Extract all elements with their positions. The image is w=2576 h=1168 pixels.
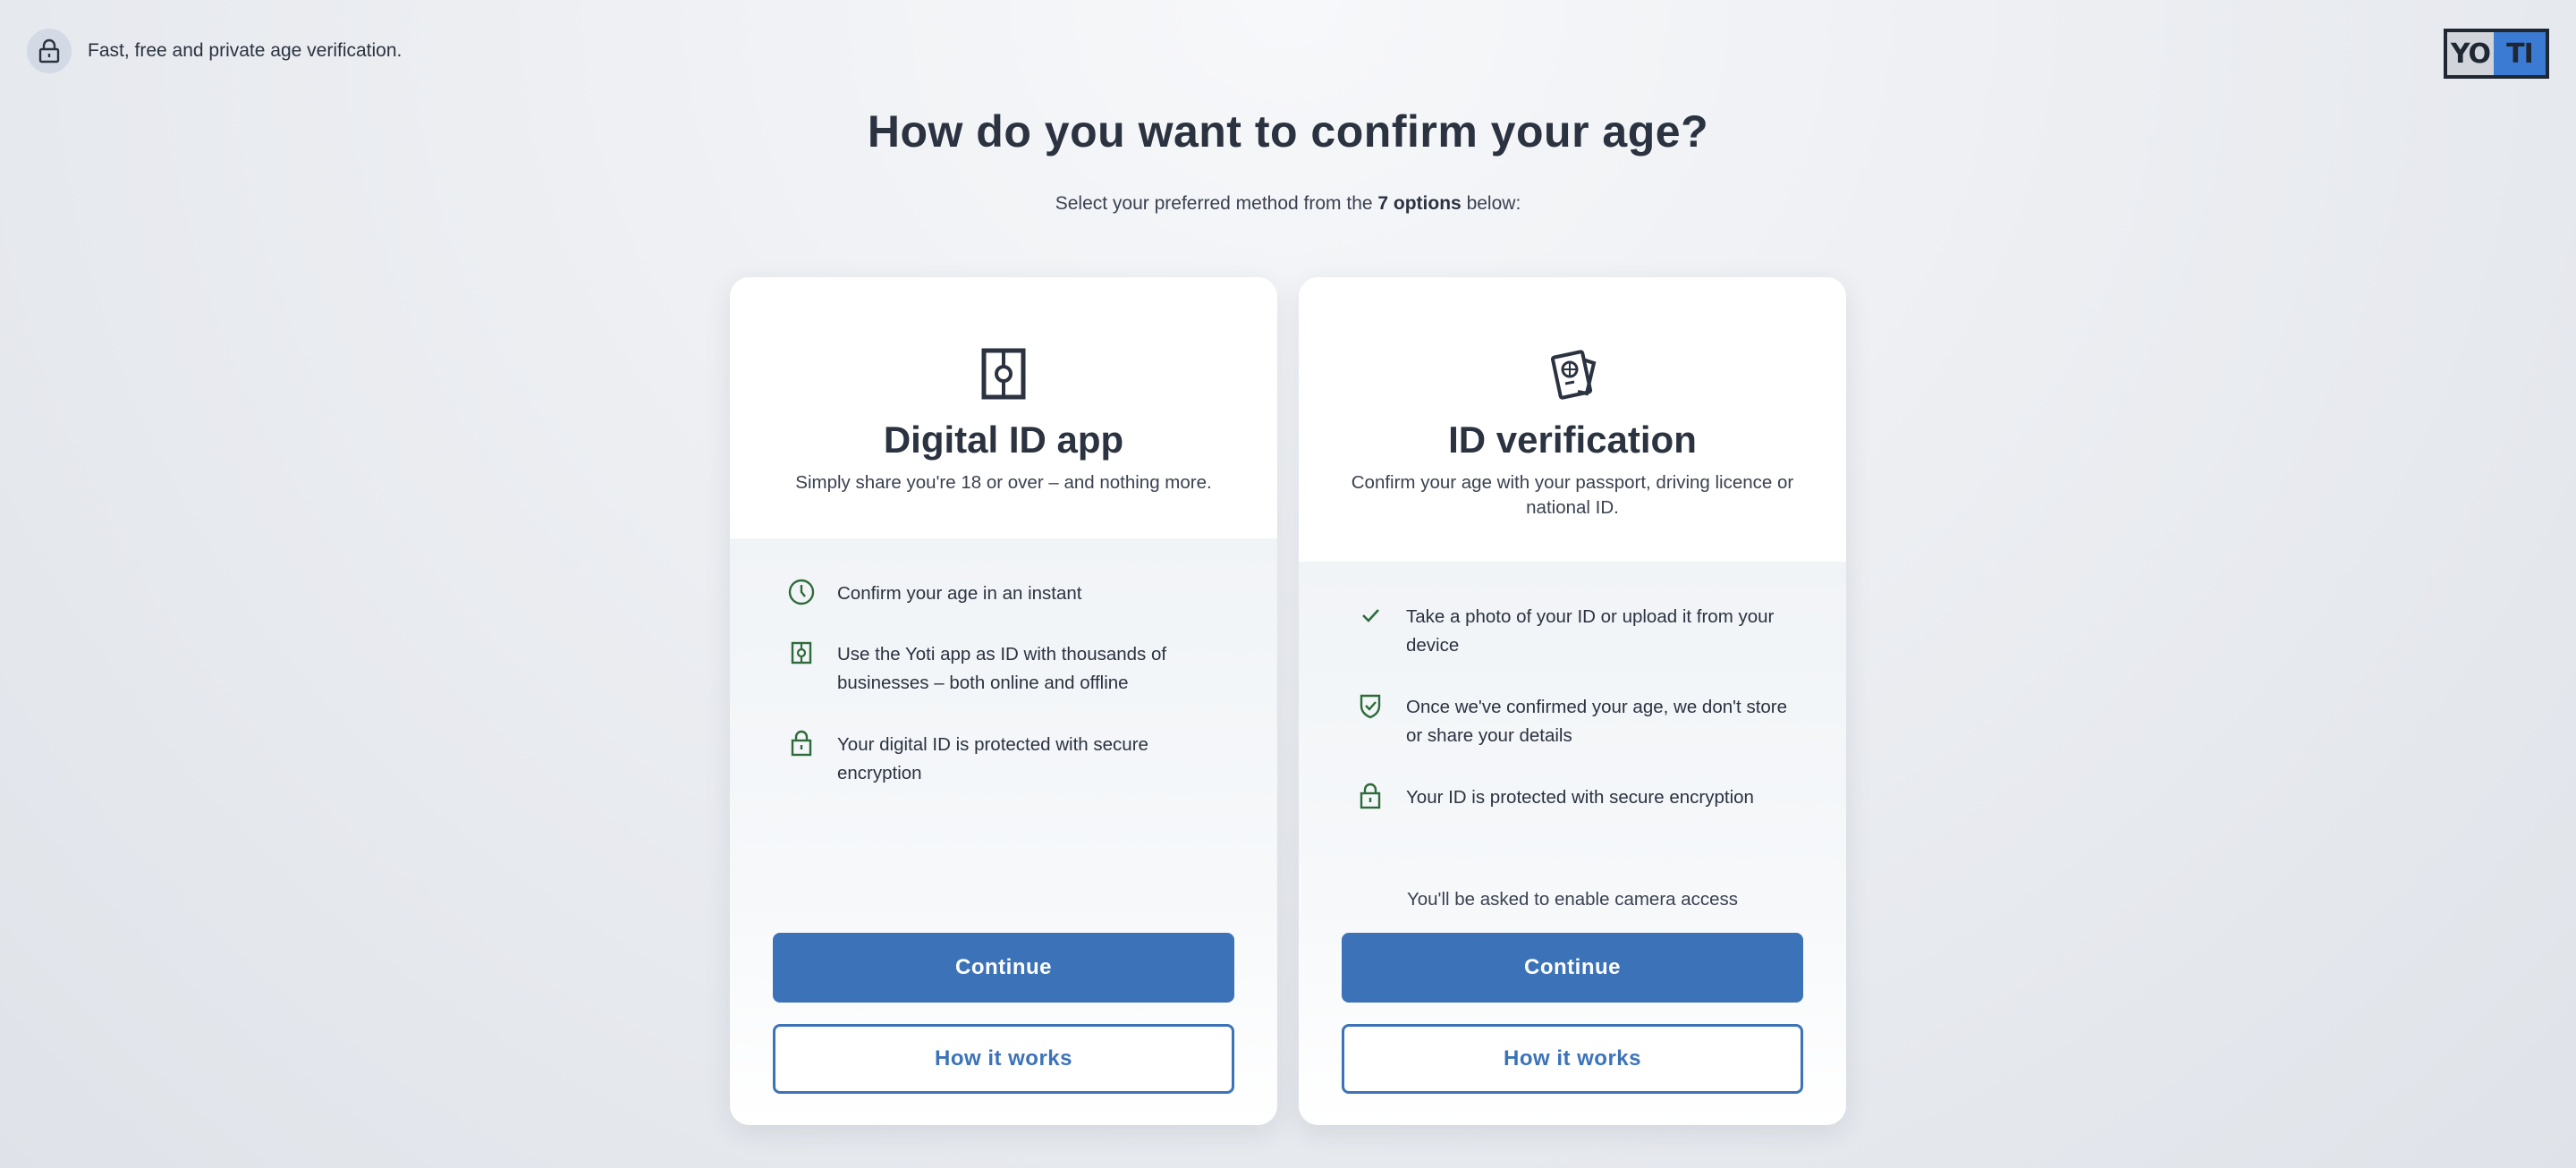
card-title: Digital ID app <box>883 419 1124 461</box>
continue-button[interactable]: Continue <box>1342 933 1803 1003</box>
feature-item: Your ID is protected with secure encrypt… <box>1356 783 1792 812</box>
clock-icon <box>788 579 815 605</box>
feature-text: Take a photo of your ID or upload it fro… <box>1406 606 1775 656</box>
subtitle-prefix: Select your preferred method from the <box>1055 193 1378 214</box>
lock-icon <box>791 730 812 757</box>
subtitle-suffix: below: <box>1461 193 1521 214</box>
logo-text-left: YO <box>2450 38 2491 70</box>
card-header: Digital ID app Simply share you're 18 or… <box>730 277 1277 538</box>
continue-button[interactable]: Continue <box>773 933 1234 1003</box>
lock-icon <box>27 29 72 73</box>
page-title: How do you want to confirm your age? <box>867 106 1709 157</box>
camera-access-note: You'll be asked to enable camera access <box>1406 889 1739 910</box>
digital-id-icon <box>975 345 1032 402</box>
feature-text: Confirm your age in an instant <box>837 583 1082 604</box>
how-it-works-button[interactable]: How it works <box>773 1024 1234 1094</box>
feature-item: Confirm your age in an instant <box>787 579 1224 608</box>
feature-text: Your digital ID is protected with secure… <box>837 734 1148 783</box>
header-left: Fast, free and private age verification. <box>27 29 402 73</box>
card-title: ID verification <box>1448 419 1697 461</box>
feature-text: Use the Yoti app as ID with thousands of… <box>837 644 1167 693</box>
digital-id-card: Digital ID app Simply share you're 18 or… <box>730 277 1277 1125</box>
card-description: Simply share you're 18 or over – and not… <box>795 472 1212 493</box>
card-description: Confirm your age with your passport, dri… <box>1351 472 1794 518</box>
feature-item: Once we've confirmed your age, we don't … <box>1356 693 1792 750</box>
lock-icon <box>1360 783 1381 809</box>
subtitle-options-count: 7 options <box>1377 193 1462 214</box>
check-icon <box>1362 609 1379 622</box>
yoti-logo: YO TI <box>2444 29 2549 79</box>
shield-check-icon <box>1360 694 1381 719</box>
card-header: ID verification Confirm your age with yo… <box>1299 277 1846 562</box>
how-it-works-button[interactable]: How it works <box>1342 1024 1803 1094</box>
id-verification-card: ID verification Confirm your age with yo… <box>1299 277 1846 1125</box>
page-subtitle: Select your preferred method from the 7 … <box>0 193 2576 215</box>
feature-item: Take a photo of your ID or upload it fro… <box>1356 603 1792 660</box>
logo-text-right: TI <box>2506 38 2534 70</box>
feature-item: Your digital ID is protected with secure… <box>787 730 1224 788</box>
yoti-app-icon <box>791 641 812 664</box>
feature-text: Your ID is protected with secure encrypt… <box>1406 787 1754 808</box>
feature-item: Use the Yoti app as ID with thousands of… <box>787 640 1224 698</box>
feature-text: Once we've confirmed your age, we don't … <box>1406 697 1788 746</box>
tagline: Fast, free and private age verification. <box>88 40 402 61</box>
passport-icon <box>1544 345 1601 402</box>
